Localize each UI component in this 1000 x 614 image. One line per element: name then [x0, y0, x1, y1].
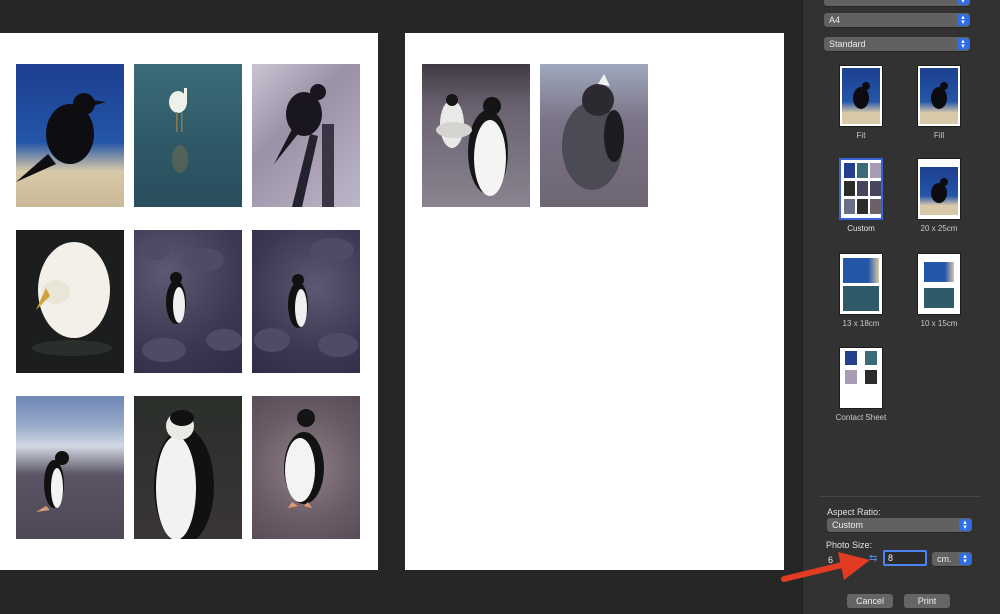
photo-height-field[interactable]: 8 — [883, 550, 927, 566]
mini-photo — [857, 181, 868, 196]
quality-value: Standard — [829, 39, 866, 49]
photo-raven-on-rock[interactable] — [16, 64, 124, 207]
raven-thumbnail — [924, 262, 954, 282]
mini-photo — [845, 370, 857, 384]
unit-value: cm. — [937, 554, 952, 564]
layout-label: 13 x 18cm — [842, 319, 880, 328]
raven-thumbnail — [920, 68, 958, 124]
layout-option-10x15[interactable]: 10 x 15cm — [907, 253, 971, 328]
print-preview-area — [0, 0, 802, 614]
photo-raven-on-pole[interactable] — [252, 64, 360, 207]
mini-photo — [857, 199, 868, 214]
egret-thumbnail — [924, 288, 954, 308]
layout-option-13x18[interactable]: 13 x 18cm — [829, 253, 893, 328]
chevron-updown-icon: ▴▾ — [959, 519, 971, 531]
photo-swan[interactable] — [16, 230, 124, 373]
photo-egret-in-water[interactable] — [134, 64, 242, 207]
layout-thumbnail — [917, 158, 961, 220]
layout-label: 10 x 15cm — [920, 319, 958, 328]
raven-thumbnail — [842, 68, 880, 124]
mini-photo — [865, 351, 877, 365]
mini-photo — [870, 163, 881, 178]
photo-chinstrap-penguin-closeup[interactable] — [134, 396, 242, 539]
print-button[interactable]: Print — [904, 594, 950, 608]
layout-thumbnail-selected — [839, 158, 883, 220]
aspect-ratio-popup[interactable]: Custom ▴ ▾ — [827, 518, 972, 532]
mini-photo — [857, 163, 868, 178]
unit-popup[interactable]: cm. ▴ ▾ — [932, 552, 972, 566]
paper-size-popup[interactable]: A4 ▴ ▾ — [824, 13, 970, 27]
layout-thumbnail — [839, 347, 883, 409]
photo-penguin-on-stones-2[interactable] — [252, 230, 360, 373]
egret-thumbnail — [843, 286, 879, 311]
mini-photo — [844, 181, 855, 196]
mini-photo — [870, 199, 881, 214]
mini-photo — [845, 351, 857, 365]
preview-page-1 — [0, 33, 378, 570]
layout-label: 20 x 25cm — [920, 224, 958, 233]
chevron-updown-icon: ▴▾ — [957, 38, 969, 50]
photo-penguin-on-stones-1[interactable] — [134, 230, 242, 373]
photo-penguin-chick[interactable] — [540, 64, 648, 207]
layout-thumbnail — [917, 65, 961, 127]
layout-option-custom[interactable]: Custom — [829, 158, 893, 233]
photo-penguin-on-gravel[interactable] — [252, 396, 360, 539]
layout-label: Custom — [847, 224, 875, 233]
cancel-button[interactable]: Cancel — [847, 594, 893, 608]
aspect-ratio-label: Aspect Ratio: — [827, 507, 881, 517]
mini-photo — [865, 370, 877, 384]
chevron-updown-icon: ▴▾ — [957, 14, 969, 26]
photo-height-value: 8 — [888, 553, 894, 563]
preview-page-2 — [405, 33, 784, 570]
mini-photo — [870, 181, 881, 196]
photo-penguin-on-beach[interactable] — [16, 396, 124, 539]
raven-thumbnail — [920, 167, 958, 215]
raven-thumbnail — [843, 258, 879, 283]
paper-size-value: A4 — [829, 15, 841, 25]
quality-popup[interactable]: Standard ▴ ▾ — [824, 37, 970, 51]
chevron-updown-icon: ▴▾ — [959, 553, 971, 565]
layout-option-fit[interactable]: Fit — [829, 65, 893, 140]
layout-thumbnail — [839, 253, 883, 315]
layout-option-20x25[interactable]: 20 x 25cm — [907, 158, 971, 233]
mini-photo — [844, 163, 855, 178]
layout-option-contact-sheet[interactable]: Contact Sheet — [829, 347, 893, 422]
layout-thumbnail — [839, 65, 883, 127]
sidebar-divider — [820, 496, 980, 497]
chevron-updown-icon: ▴▾ — [957, 0, 969, 5]
annotation-arrow-icon — [781, 552, 870, 582]
layout-label: Fit — [856, 131, 866, 140]
printer-popup[interactable]: ▴▾ — [824, 0, 970, 6]
layout-label: Contact Sheet — [835, 413, 887, 422]
layout-option-fill[interactable]: Fill — [907, 65, 971, 140]
photo-penguin-colony[interactable] — [422, 64, 530, 207]
mini-photo — [844, 199, 855, 214]
aspect-ratio-value: Custom — [832, 520, 864, 530]
layout-thumbnail — [917, 253, 961, 315]
layout-label: Fill — [933, 131, 945, 140]
